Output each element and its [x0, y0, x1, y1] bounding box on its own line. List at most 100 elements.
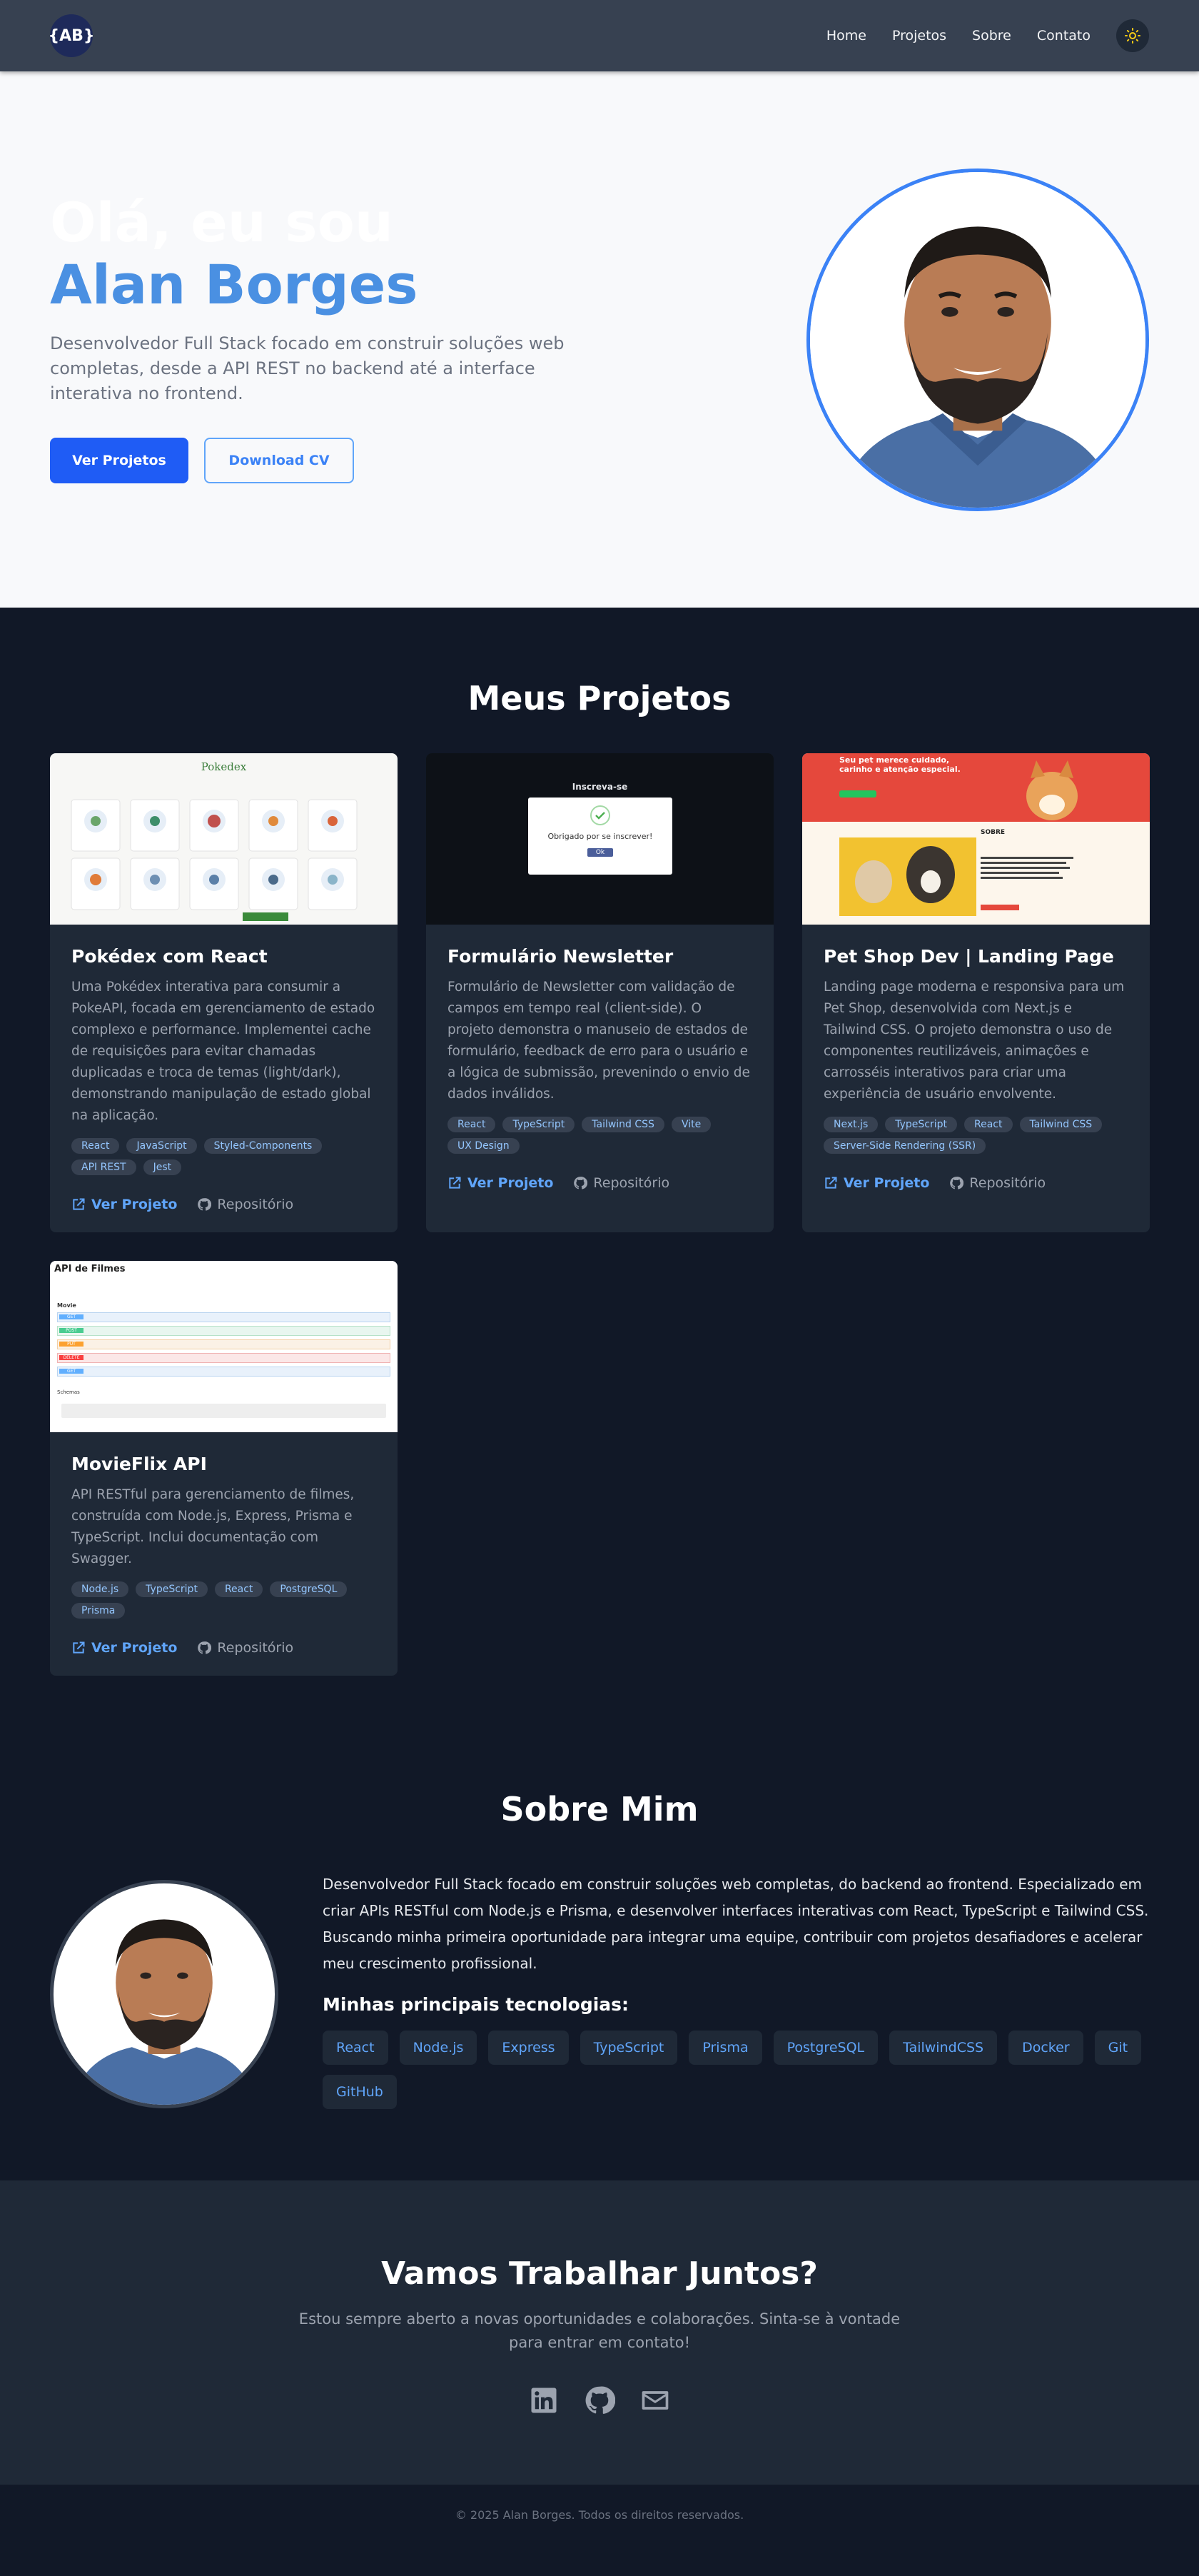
hero-profile-photo [806, 168, 1149, 511]
view-project-link[interactable]: Ver Projeto [71, 1640, 177, 1656]
project-description: Uma Pokédex interativa para consumir a P… [71, 980, 375, 1123]
tech-title: Minhas principais tecnologias: [323, 1993, 629, 2015]
linkedin-icon [531, 2388, 557, 2413]
thumb-modal: Obrigado por se inscrever! Ok [528, 798, 672, 875]
project-card: Pokedex Pokédex com React Uma Pokédex in… [50, 753, 398, 1232]
external-link-icon [73, 1198, 85, 1210]
contact-description: Estou sempre aberto a novas oportunidade… [298, 2310, 901, 2352]
thumb-title: API de Filmes [54, 1263, 126, 1274]
method-badge: GET [59, 1369, 84, 1374]
tech-badge: Prisma [689, 2030, 762, 2065]
method-badge: POST [59, 1328, 84, 1334]
tag: UX Design [447, 1137, 520, 1154]
about-section: Sobre Mim Desenvolvedor Full Stack focad… [0, 1746, 1199, 2180]
about-title: Sobre Mim [500, 1789, 699, 1828]
project-tags: React JavaScript Styled-Components API R… [71, 1137, 376, 1175]
tag: Vite [671, 1116, 712, 1132]
tech-list: React Node.js Express TypeScript Prisma … [323, 2030, 1149, 2109]
pokemon-grid [71, 799, 358, 921]
tag: API REST [71, 1159, 136, 1175]
tech-badge: TailwindCSS [889, 2030, 998, 2065]
email-link[interactable] [639, 2384, 672, 2417]
download-cv-button[interactable]: Download CV [204, 437, 354, 483]
nav-link-home[interactable]: Home [826, 28, 866, 44]
projects-section: Meus Projetos Pokedex Pokédex com React [0, 608, 1199, 1747]
repository-link[interactable]: Repositório [949, 1175, 1046, 1191]
project-links: Ver Projeto Repositório [71, 1197, 376, 1212]
contact-section: Vamos Trabalhar Juntos? Estou sempre abe… [0, 2180, 1199, 2484]
repository-link[interactable]: Repositório [197, 1640, 293, 1656]
hero-buttons: Ver Projetos Download CV [50, 437, 592, 483]
copyright: © 2025 Alan Borges. Todos os direitos re… [455, 2508, 744, 2522]
view-projects-button[interactable]: Ver Projetos [50, 437, 188, 483]
repository-link[interactable]: Repositório [197, 1197, 293, 1212]
external-link-icon [73, 1641, 85, 1654]
project-title: Formulário Newsletter [447, 946, 674, 967]
hero-greeting: Olá, eu sou [50, 191, 393, 255]
external-link-icon [449, 1177, 461, 1189]
nav-links: Home Projetos Sobre Contato [826, 19, 1149, 52]
view-project-link[interactable]: Ver Projeto [447, 1175, 553, 1191]
endpoint-row: PUT [57, 1339, 390, 1349]
hero-text: Olá, eu sou Alan Borges Desenvolvedor Fu… [50, 190, 592, 483]
tag: Tailwind CSS [582, 1116, 664, 1132]
tag: Next.js [824, 1116, 879, 1132]
mail-icon [642, 2391, 669, 2410]
tech-badge: Docker [1008, 2030, 1083, 2065]
project-links: Ver Projeto Repositório [71, 1640, 376, 1656]
thumb-group2: Schemas [57, 1389, 80, 1395]
hero-name: Alan Borges [50, 253, 418, 317]
github-icon [574, 1177, 588, 1189]
project-title: MovieFlix API [71, 1453, 207, 1474]
endpoint-row: DELETE [57, 1352, 390, 1363]
project-title: Pokédex com React [71, 946, 268, 967]
card-body: Pokédex com React Uma Pokédex interativa… [50, 925, 398, 1232]
card-body: Formulário Newsletter Formulário de News… [426, 925, 774, 1211]
github-link[interactable] [583, 2384, 616, 2417]
projects-title: Meus Projetos [467, 679, 732, 718]
endpoint-row: GET [57, 1312, 390, 1322]
view-project-label: Ver Projeto [844, 1174, 930, 1191]
card-body: MovieFlix API API RESTful para gerenciam… [50, 1432, 398, 1676]
project-card: API de Filmes Movie GET POST PUT DELETE … [50, 1260, 398, 1676]
nav-link-projetos[interactable]: Projetos [892, 28, 946, 44]
tag: Styled-Components [203, 1137, 323, 1154]
profile-portrait [810, 171, 1145, 508]
tag: React [214, 1581, 263, 1597]
tag: React [71, 1137, 120, 1154]
tag: Node.js [71, 1581, 129, 1597]
project-thumbnail: API de Filmes Movie GET POST PUT DELETE … [50, 1260, 398, 1432]
footer: © 2025 Alan Borges. Todos os direitos re… [0, 2483, 1199, 2546]
thumb-group: Movie [57, 1302, 76, 1309]
social-links [0, 2384, 1199, 2417]
repository-link[interactable]: Repositório [573, 1175, 669, 1191]
nav-link-sobre[interactable]: Sobre [972, 28, 1011, 44]
logo[interactable]: {AB} [48, 14, 95, 57]
tag: React [964, 1116, 1013, 1132]
tech-badge: Express [488, 2030, 569, 2065]
tag: Jest [143, 1159, 182, 1175]
thumb-endpoints: GET POST PUT DELETE GET [57, 1312, 390, 1380]
about-profile-photo [50, 1879, 278, 2108]
projects-grid: Pokedex Pokédex com React Uma Pokédex in… [50, 753, 1150, 1676]
project-description: Landing page moderna e responsiva para u… [824, 980, 1125, 1102]
tag: Server-Side Rendering (SSR) [824, 1137, 986, 1154]
linkedin-link[interactable] [527, 2384, 560, 2417]
view-project-link[interactable]: Ver Projeto [71, 1197, 177, 1212]
endpoint-row: POST [57, 1325, 390, 1336]
repository-label: Repositório [969, 1174, 1046, 1191]
project-card: Inscreva-se Obrigado por se inscrever! O… [426, 753, 774, 1232]
nav-link-contato[interactable]: Contato [1037, 28, 1091, 44]
view-project-link[interactable]: Ver Projeto [824, 1175, 929, 1191]
project-tags: React TypeScript Tailwind CSS Vite UX De… [447, 1116, 752, 1154]
external-link-icon [825, 1177, 837, 1189]
tech-badge: TypeScript [580, 2030, 678, 2065]
about-text: Desenvolvedor Full Stack focado em const… [323, 1875, 1149, 1972]
repository-label: Repositório [217, 1639, 294, 1656]
tag: Prisma [71, 1602, 126, 1619]
project-thumbnail: Seu pet merece cuidado, carinho e atençã… [802, 753, 1150, 925]
theme-toggle-button[interactable] [1116, 19, 1149, 52]
thumb-section: SOBRE [981, 829, 1006, 836]
github-icon [950, 1177, 964, 1189]
navbar: {AB} Home Projetos Sobre Contato [0, 0, 1199, 71]
